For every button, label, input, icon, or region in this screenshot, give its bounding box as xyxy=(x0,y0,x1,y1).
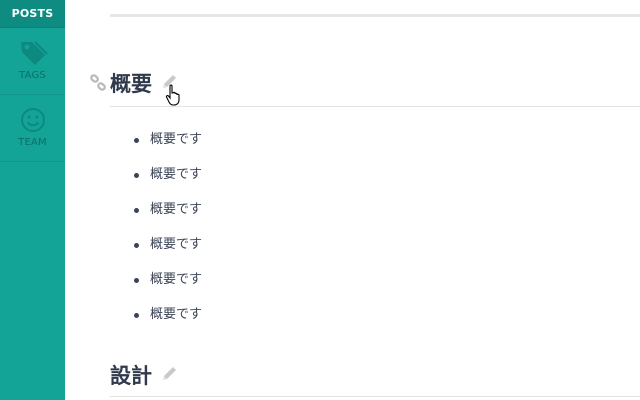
list-item-text: 概要です xyxy=(150,132,203,147)
link-icon[interactable] xyxy=(89,74,107,92)
bullet-icon xyxy=(134,208,139,213)
bullet-icon xyxy=(134,173,139,178)
bullet-icon xyxy=(134,313,139,318)
bullet-icon xyxy=(134,278,139,283)
bullet-icon xyxy=(134,243,139,248)
tag-icon xyxy=(20,41,48,65)
sidebar-item-posts[interactable]: POSTS xyxy=(0,0,65,28)
list-item-text: 概要です xyxy=(150,202,203,217)
sidebar: POSTS TAGS TEAM xyxy=(0,0,65,400)
list-item-text: 概要です xyxy=(150,307,203,322)
list-item-text: 概要です xyxy=(150,167,203,182)
list-item-text: 概要です xyxy=(150,237,203,252)
list-item-text: 概要です xyxy=(150,272,203,287)
sidebar-item-label: POSTS xyxy=(11,7,54,20)
bullet-icon xyxy=(134,138,139,143)
section-heading-overview: 概要 xyxy=(110,66,640,107)
list-item: 概要です xyxy=(120,304,202,339)
list-item: 概要です xyxy=(120,129,202,164)
section-heading-design: 設計 xyxy=(110,356,640,397)
list-item: 概要です xyxy=(120,234,202,269)
section-title: 概要 xyxy=(110,72,152,96)
sidebar-item-tags[interactable]: TAGS xyxy=(0,28,65,95)
section-title: 設計 xyxy=(110,364,152,388)
sidebar-item-label: TEAM xyxy=(18,137,47,148)
sidebar-item-team[interactable]: TEAM xyxy=(0,95,65,162)
hand-cursor-icon xyxy=(165,84,180,106)
smiley-icon xyxy=(20,108,45,132)
sidebar-item-label: TAGS xyxy=(19,70,46,81)
list-item: 概要です xyxy=(120,164,202,199)
pencil-icon[interactable] xyxy=(159,364,179,384)
list-item: 概要です xyxy=(120,199,202,234)
list-item: 概要です xyxy=(120,269,202,304)
overview-list: 概要です 概要です 概要です 概要です 概要です 概要です xyxy=(120,129,202,339)
divider xyxy=(110,14,640,17)
